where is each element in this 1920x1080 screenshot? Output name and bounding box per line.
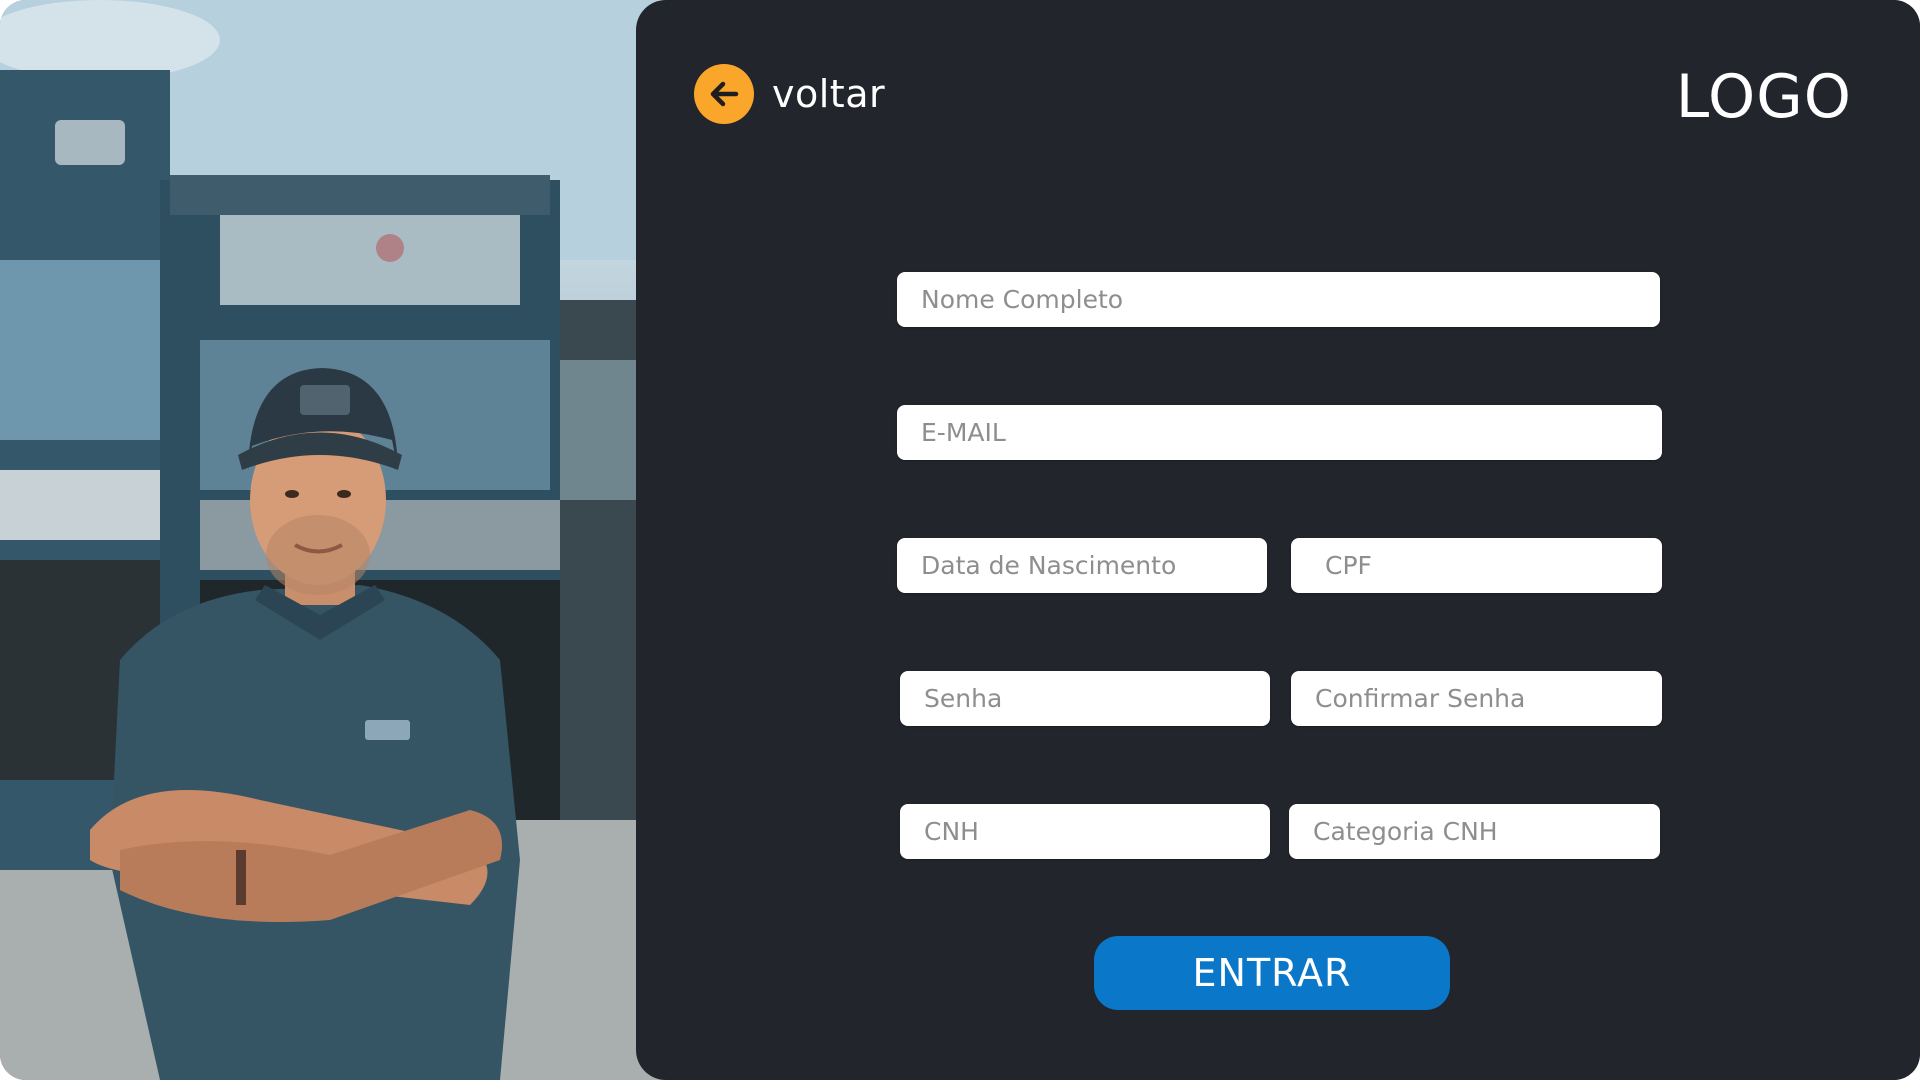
- confirm-password-input[interactable]: [1291, 671, 1662, 726]
- birth-date-input[interactable]: [897, 538, 1267, 593]
- full-name-input[interactable]: [897, 272, 1660, 327]
- cnh-input[interactable]: [900, 804, 1270, 859]
- cnh-category-input[interactable]: [1289, 804, 1660, 859]
- email-input[interactable]: [897, 405, 1662, 460]
- arrow-left-icon[interactable]: [694, 64, 754, 124]
- signup-panel: voltar LOGO ENTRAR: [636, 0, 1920, 1080]
- password-input[interactable]: [900, 671, 1270, 726]
- cpf-input[interactable]: [1291, 538, 1662, 593]
- submit-button[interactable]: ENTRAR: [1094, 936, 1450, 1010]
- truck-driver-photo: [0, 0, 680, 1080]
- signup-screen: voltar LOGO ENTRAR: [0, 0, 1920, 1080]
- back-button[interactable]: voltar: [694, 64, 885, 124]
- back-label[interactable]: voltar: [772, 72, 885, 116]
- logo: LOGO: [1675, 62, 1852, 132]
